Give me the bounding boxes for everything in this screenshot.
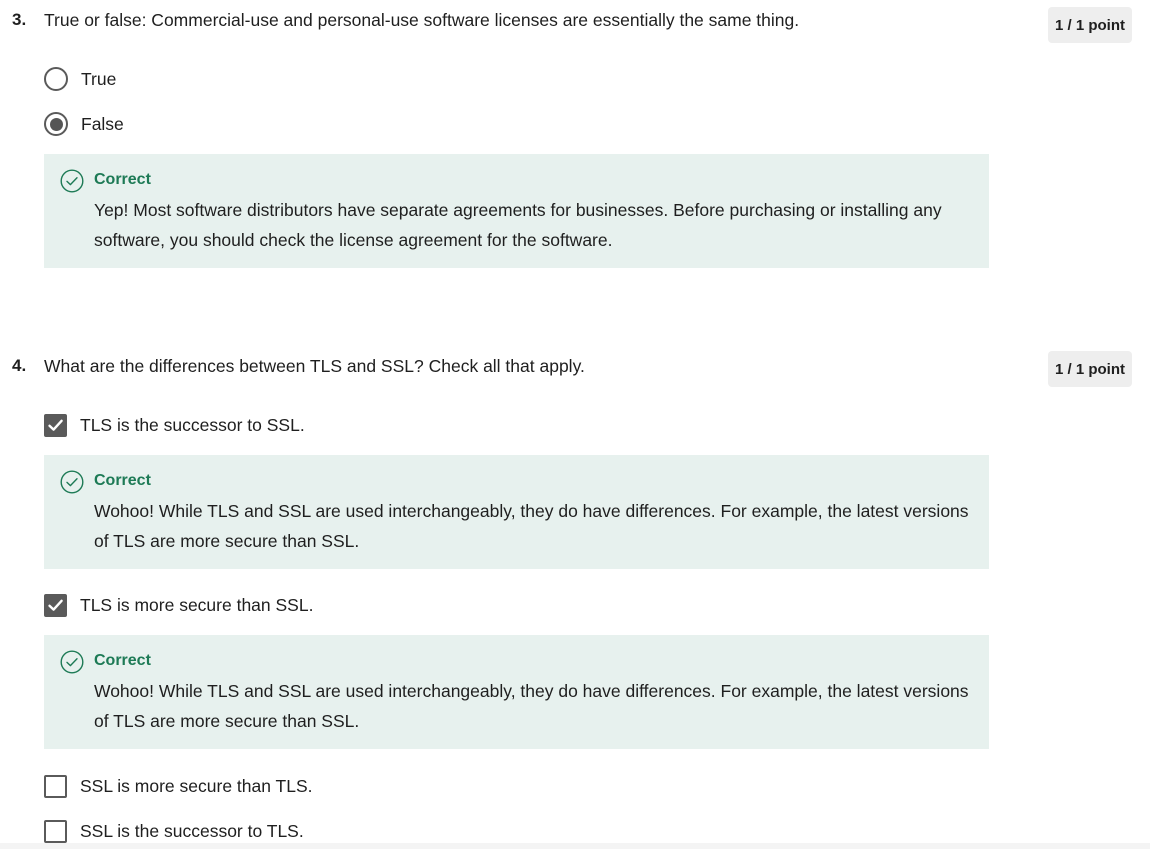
question-number: 3. <box>12 10 27 29</box>
checkbox-checked[interactable] <box>44 413 67 437</box>
check-circle-icon <box>60 650 84 674</box>
page-bottom-edge <box>0 843 1150 849</box>
question-text: What are the differences between TLS and… <box>44 356 585 376</box>
option-label: SSL is more secure than TLS. <box>80 775 313 796</box>
feedback-text: Yep! Most software distributors have sep… <box>94 200 942 250</box>
checkbox-option-ssl-more-secure[interactable]: SSL is more secure than TLS. <box>44 773 312 799</box>
radio-option-true[interactable]: True <box>44 66 116 92</box>
feedback-title: Correct <box>94 171 151 188</box>
question-text: True or false: Commercial-use and person… <box>44 10 800 30</box>
option-label: False <box>81 113 124 134</box>
option-label: TLS is the successor to SSL. <box>80 414 305 435</box>
checkmark-icon <box>48 419 63 431</box>
radio-option-false[interactable]: False <box>44 111 124 137</box>
radio-button[interactable] <box>44 67 68 91</box>
checkbox-option-tls-more-secure[interactable]: TLS is more secure than SSL. <box>44 592 313 618</box>
feedback-text: Wohoo! While TLS and SSL are used interc… <box>94 501 969 551</box>
feedback-title: Correct <box>94 472 151 489</box>
checkbox-checked[interactable] <box>44 593 67 617</box>
feedback-text: Wohoo! While TLS and SSL are used interc… <box>94 681 969 731</box>
option-label: TLS is more secure than SSL. <box>80 594 314 615</box>
feedback-title: Correct <box>94 652 151 669</box>
check-circle-icon <box>60 470 84 494</box>
score-badge: 1 / 1 point <box>1048 7 1132 43</box>
checkbox-option-tls-successor[interactable]: TLS is the successor to SSL. <box>44 412 305 438</box>
check-circle-icon <box>60 169 84 193</box>
feedback-panel: Correct Wohoo! While TLS and SSL are use… <box>44 635 989 749</box>
checkbox-option-ssl-successor[interactable]: SSL is the successor to TLS. <box>44 818 304 844</box>
feedback-panel: Correct Wohoo! While TLS and SSL are use… <box>44 455 989 569</box>
checkmark-icon <box>48 599 63 611</box>
score-badge: 1 / 1 point <box>1048 351 1132 387</box>
quiz-page: 3. True or false: Commercial-use and per… <box>0 0 1150 849</box>
option-label: True <box>81 68 117 89</box>
radio-button-selected[interactable] <box>44 112 68 136</box>
feedback-panel: Correct Yep! Most software distributors … <box>44 154 989 268</box>
radio-dot <box>49 117 63 131</box>
question-number: 4. <box>12 356 27 375</box>
checkbox-unchecked[interactable] <box>44 819 67 843</box>
option-label: SSL is the successor to TLS. <box>80 820 304 841</box>
checkbox-unchecked[interactable] <box>44 774 67 798</box>
